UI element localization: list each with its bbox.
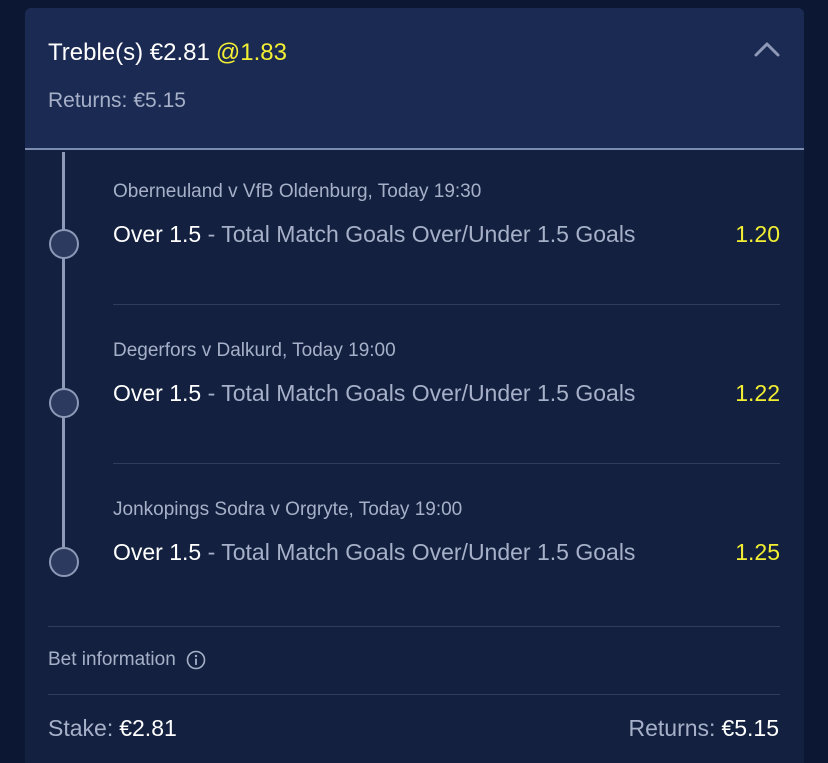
selection-pick: Over 1.5	[113, 539, 202, 565]
total-odds: @1.83	[215, 39, 287, 66]
bet-title: Treble(s) €2.81 @1.83	[48, 39, 287, 67]
selection-pick: Over 1.5	[113, 221, 202, 247]
selection-market-name: - Total Match Goals Over/Under 1.5 Goals	[201, 380, 636, 406]
divider	[113, 304, 780, 305]
chevron-up-icon	[754, 42, 780, 57]
timeline-node	[49, 547, 79, 577]
bet-card-header[interactable]: Treble(s) €2.81 @1.83 Returns: €5.15	[25, 8, 804, 150]
timeline-node	[49, 388, 79, 418]
divider	[113, 463, 780, 464]
divider	[48, 626, 780, 627]
selection-odds: 1.25	[735, 539, 780, 565]
info-icon[interactable]	[186, 650, 206, 670]
selection-market: Over 1.5 - Total Match Goals Over/Under …	[113, 378, 673, 408]
returns-value: €5.15	[721, 715, 779, 741]
collapse-button[interactable]	[750, 33, 784, 67]
selection-event: Oberneuland v VfB Oldenburg, Today 19:30	[113, 181, 482, 202]
selection-market: Over 1.5 - Total Match Goals Over/Under …	[113, 537, 673, 567]
stake-summary: Stake: €2.81	[48, 715, 177, 742]
selection-pick: Over 1.5	[113, 380, 202, 406]
selection-event: Degerfors v Dalkurd, Today 19:00	[113, 340, 396, 361]
stake-value: €2.81	[119, 715, 177, 741]
selection-market-name: - Total Match Goals Over/Under 1.5 Goals	[201, 221, 636, 247]
bet-card: Treble(s) €2.81 @1.83 Returns: €5.15 Obern…	[25, 8, 804, 763]
selection-item: Jonkopings Sodra v Orgryte, Today 19:00 …	[113, 498, 780, 567]
selection-odds: 1.22	[735, 380, 780, 406]
selection-market: Over 1.5 - Total Match Goals Over/Under …	[113, 219, 673, 249]
bet-type-label: Treble(s) €2.81	[48, 39, 210, 66]
timeline-line	[62, 152, 65, 570]
header-returns-label: Returns:	[48, 89, 128, 112]
selection-event: Jonkopings Sodra v Orgryte, Today 19:00	[113, 499, 463, 520]
timeline-node	[49, 229, 79, 259]
stake-label: Stake:	[48, 715, 114, 741]
returns-label: Returns:	[628, 715, 716, 741]
header-returns: Returns: €5.15	[48, 89, 186, 113]
selection-market-name: - Total Match Goals Over/Under 1.5 Goals	[201, 539, 636, 565]
bet-information-label: Bet information	[48, 649, 176, 670]
selection-odds: 1.20	[735, 221, 780, 247]
bet-information-link[interactable]: Bet information	[48, 649, 206, 671]
selection-item: Oberneuland v VfB Oldenburg, Today 19:30…	[113, 180, 780, 249]
header-returns-value: €5.15	[133, 89, 186, 112]
returns-summary: Returns: €5.15	[629, 715, 780, 742]
selection-item: Degerfors v Dalkurd, Today 19:00 Over 1.…	[113, 339, 780, 408]
divider	[48, 694, 780, 695]
